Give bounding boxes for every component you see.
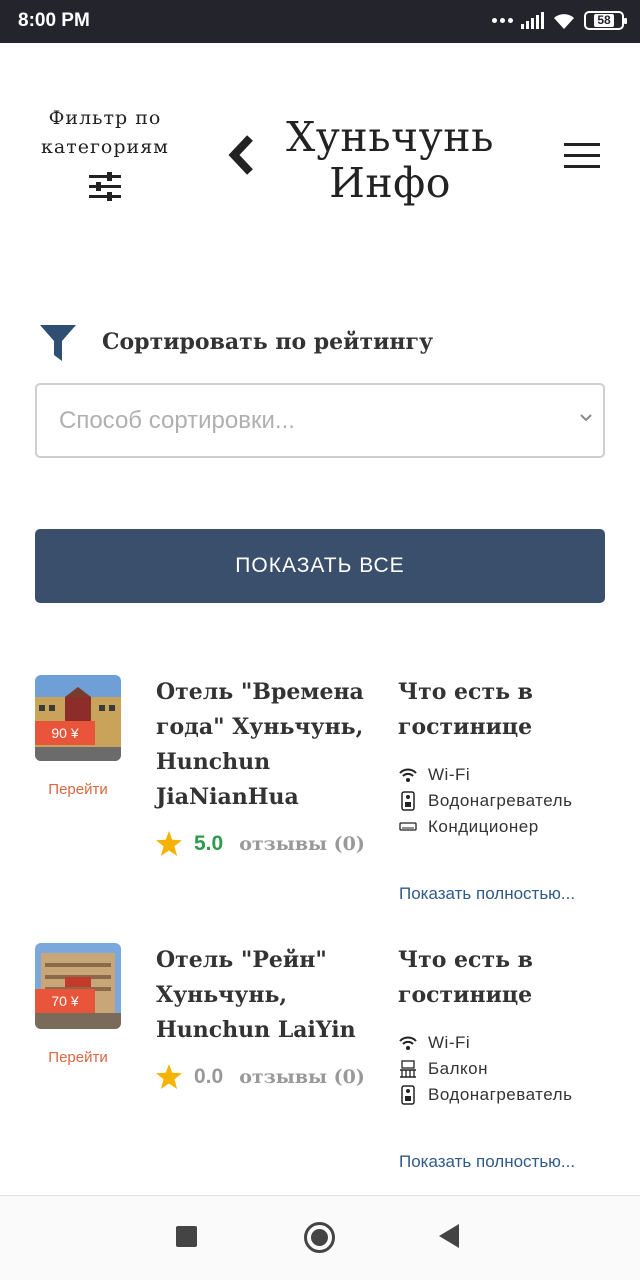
show-all-button[interactable]: ПОКАЗАТЬ ВСЕ [35,529,605,603]
rating-value: 5.0 [194,831,224,855]
amenity-label: Кондиционер [428,817,539,836]
rating-value: 0.0 [194,1064,224,1088]
status-bar: 8:00 PM 58 [0,0,640,43]
amenity-label: Водонагреватель [428,791,573,810]
sort-placeholder: Способ сортировки... [59,407,295,434]
go-link[interactable]: Перейти [35,781,121,798]
price-badge: 90 ¥ [35,721,95,745]
system-nav-bar [0,1196,640,1280]
amenity-label: Wi-Fi [428,1033,471,1052]
battery-level: 58 [594,14,614,27]
amenities-list: Wi-Fi Балкон Водонагреватель [398,1030,598,1108]
sort-method-select[interactable]: Способ сортировки... [35,383,605,458]
amenity-item: Wi-Fi [398,762,598,787]
amenity-item: Балкон [398,1056,598,1081]
sort-label: Сортировать по рейтингу [102,329,434,355]
rating: 5.0 отзывы (0) [156,831,365,856]
wifi-icon [554,13,574,29]
battery-icon: 58 [584,11,627,30]
amenities-list: Wi-Fi Водонагреватель Кондиционер [398,762,598,840]
amenity-label: Водонагреватель [428,1085,573,1104]
hotel-card: 90 ¥ Перейти Отель "Времена года" Хуньчу… [0,675,640,903]
hotel-name[interactable]: Отель "Рейн" Хуньчунь, Hunchun LaiYin [156,943,371,1048]
amenity-label: Wi-Fi [428,765,471,784]
category-filter-button[interactable]: Фильтр по категориям [30,104,180,202]
recent-apps-icon[interactable] [176,1226,197,1247]
hotel-card: 70 ¥ Перейти Отель "Рейн" Хуньчунь, Hunc… [0,943,640,1173]
show-full-link[interactable]: Показать полностью... [399,1152,575,1172]
back-icon[interactable] [439,1224,459,1248]
air-conditioner-icon [398,814,418,839]
wifi-icon [398,1030,418,1055]
hamburger-icon[interactable] [564,143,600,176]
reviews-count[interactable]: отзывы (0) [239,1066,365,1088]
sort-header: Сортировать по рейтингу [40,323,433,361]
hotel-photo[interactable]: 70 ¥ [35,943,121,1029]
funnel-icon [40,325,76,361]
status-time: 8:00 PM [18,10,90,31]
dots-icon [492,18,513,23]
water-heater-icon [398,788,418,813]
amenities-title: Что есть в гостинице [398,947,533,1008]
amenity-item: Wi-Fi [398,1030,598,1055]
app-title: Хуньчунь Инфо [286,113,494,207]
signal-icon [521,11,544,29]
filter-label: Фильтр по категориям [41,107,169,158]
amenity-label: Балкон [428,1059,489,1078]
price-badge: 70 ¥ [35,989,95,1013]
go-link[interactable]: Перейти [35,1049,121,1066]
water-heater-icon [398,1082,418,1107]
rating: 0.0 отзывы (0) [156,1064,365,1089]
amenity-item: Водонагреватель [398,788,598,813]
chevron-left-icon[interactable] [226,134,256,176]
chevron-down-icon [580,414,592,422]
balcony-icon [398,1056,418,1081]
show-full-link[interactable]: Показать полностью... [399,884,575,904]
home-icon[interactable] [304,1222,335,1253]
hotel-photo[interactable]: 90 ¥ [35,675,121,761]
amenities-title: Что есть в гостинице [398,679,533,740]
wifi-icon [398,762,418,787]
status-icons: 58 [492,11,627,30]
star-icon [156,1064,182,1089]
amenity-item: Кондиционер [398,814,598,839]
hotel-name[interactable]: Отель "Времена года" Хуньчунь, Hunchun J… [156,675,371,815]
star-icon [156,831,182,856]
amenity-item: Водонагреватель [398,1082,598,1107]
reviews-count[interactable]: отзывы (0) [239,833,365,855]
sliders-icon [89,172,121,201]
